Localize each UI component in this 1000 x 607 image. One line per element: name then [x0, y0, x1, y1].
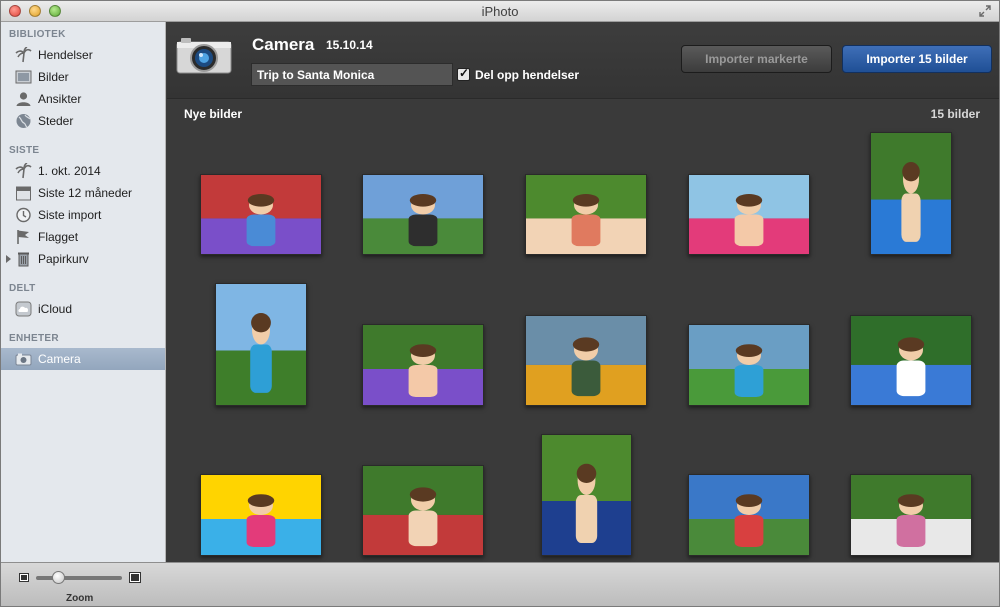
sidebar-item-label: iCloud	[38, 302, 73, 316]
photo-image	[689, 175, 809, 254]
sidebar-item-label: Siste 12 måneder	[38, 186, 133, 200]
camera-device-icon	[176, 38, 232, 74]
split-events-label: Del opp hendelser	[475, 68, 580, 82]
sidebar-item-label: Papirkurv	[38, 252, 89, 266]
sidebar-item-trash[interactable]: Papirkurv	[1, 248, 165, 270]
photo-image	[216, 284, 306, 405]
photo-thumbnail[interactable]	[688, 474, 810, 556]
sidebar-item-label: Camera	[38, 352, 81, 366]
photo-image	[851, 475, 971, 555]
bottom-toolbar: Zoom	[1, 562, 999, 606]
photo-browser: Nye bilder 15 bilder	[167, 100, 999, 562]
photo-thumbnail[interactable]	[688, 324, 810, 406]
globe-icon	[16, 114, 31, 128]
photo-image	[526, 316, 646, 405]
photo-thumbnail[interactable]	[850, 315, 972, 406]
sidebar-item-camera[interactable]: Camera	[1, 348, 165, 370]
event-name-input[interactable]	[251, 63, 453, 86]
palm-tree-icon	[15, 163, 32, 179]
import-all-button[interactable]: Importer 15 bilder	[842, 45, 992, 73]
photo-thumbnail[interactable]	[200, 174, 322, 255]
calendar-icon	[16, 186, 31, 201]
photo-image	[689, 475, 809, 555]
fullscreen-icon[interactable]	[979, 5, 991, 17]
zoom-label: Zoom	[66, 593, 94, 604]
photo-thumbnail[interactable]	[200, 474, 322, 556]
photo-thumbnail[interactable]	[870, 132, 952, 255]
palm-tree-icon	[15, 47, 32, 63]
flag-icon	[17, 230, 29, 244]
photo-thumbnail[interactable]	[541, 434, 632, 556]
sidebar-item-events[interactable]: Hendelser	[1, 44, 165, 66]
photo-thumbnail[interactable]	[850, 474, 972, 556]
import-date: 15.10.14	[326, 38, 373, 52]
photo-image	[871, 133, 951, 254]
photo-thumbnail[interactable]	[362, 324, 484, 406]
photo-image	[363, 325, 483, 405]
photo-thumbnail[interactable]	[215, 283, 307, 406]
sidebar-heading-shared: DELT	[9, 283, 36, 294]
title-bar: iPhoto	[1, 1, 999, 22]
photo-thumbnail[interactable]	[688, 174, 810, 255]
device-name: Camera	[252, 35, 315, 54]
section-title: Nye bilder	[184, 107, 243, 121]
sidebar-item-last-12-months[interactable]: Siste 12 måneder	[1, 182, 165, 204]
sidebar-item-faces[interactable]: Ansikter	[1, 88, 165, 110]
disclosure-triangle-icon[interactable]	[6, 255, 11, 263]
sidebar-item-label: Siste import	[38, 208, 102, 222]
photo-image	[201, 475, 321, 555]
small-photo-icon[interactable]	[19, 573, 29, 582]
sidebar-heading-recent: SISTE	[9, 145, 40, 156]
import-selected-button[interactable]: Importer markerte	[681, 45, 832, 73]
sidebar-item-label: Steder	[38, 114, 74, 128]
photo-image	[526, 175, 646, 254]
sidebar-item-label: Bilder	[38, 70, 69, 84]
zoom-slider-track[interactable]	[36, 576, 122, 580]
photo-count: 15 bilder	[930, 107, 980, 121]
sidebar-item-label: 1. okt. 2014	[38, 164, 101, 178]
photo-image	[851, 316, 971, 405]
sidebar: BIBLIOTEK Hendelser Bilder Ansikter Sted…	[1, 22, 166, 562]
sidebar-item-oct-2014[interactable]: 1. okt. 2014	[1, 160, 165, 182]
sidebar-item-label: Ansikter	[38, 92, 82, 106]
iphoto-window: iPhoto BIBLIOTEK Hendelser Bilder Ansikt…	[0, 0, 1000, 607]
import-header: Camera 15.10.14 ✓ Del opp hendelser Impo…	[167, 22, 999, 99]
photo-image	[689, 325, 809, 405]
camera-icon	[15, 353, 32, 366]
icloud-icon	[15, 301, 32, 317]
sidebar-heading-library: BIBLIOTEK	[9, 29, 66, 40]
trash-icon	[18, 252, 29, 267]
photo-image	[363, 175, 483, 254]
photo-image	[363, 466, 483, 555]
zoom-slider-thumb[interactable]	[52, 571, 65, 584]
sidebar-item-photos[interactable]: Bilder	[1, 66, 165, 88]
photo-thumbnail[interactable]	[525, 315, 647, 406]
split-events-checkbox[interactable]: ✓	[457, 66, 470, 81]
sidebar-item-label: Flagget	[38, 230, 79, 244]
photo-image	[542, 435, 631, 555]
sidebar-item-flagged[interactable]: Flagget	[1, 226, 165, 248]
sidebar-item-last-import[interactable]: Siste import	[1, 204, 165, 226]
large-photo-icon[interactable]	[129, 572, 141, 583]
faces-icon	[16, 92, 31, 106]
photo-image	[201, 175, 321, 254]
photo-thumbnail[interactable]	[362, 465, 484, 556]
window-title: iPhoto	[481, 4, 519, 19]
sidebar-heading-devices: ENHETER	[9, 333, 59, 344]
photos-icon	[15, 70, 32, 84]
sidebar-item-places[interactable]: Steder	[1, 110, 165, 132]
clock-icon	[16, 207, 31, 223]
checkmark-icon: ✓	[459, 66, 470, 80]
photo-thumbnail[interactable]	[362, 174, 484, 255]
photo-thumbnail[interactable]	[525, 174, 647, 255]
sidebar-item-label: Hendelser	[38, 48, 93, 62]
sidebar-item-icloud[interactable]: iCloud	[1, 298, 165, 320]
